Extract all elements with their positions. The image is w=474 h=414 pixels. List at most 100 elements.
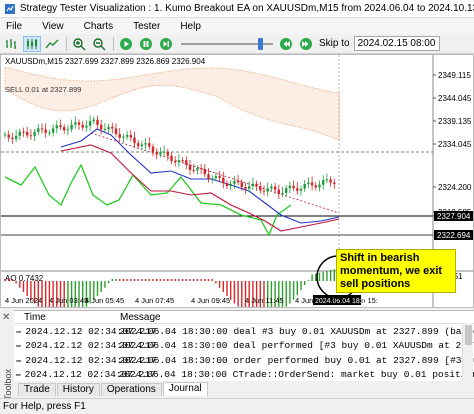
tab-trade[interactable]: Trade — [18, 383, 56, 396]
log-message: 2024.06.04 18:30:00 CTrade::OrderSend: m… — [118, 369, 474, 381]
log-message: 2024.06.04 18:30:00 deal #3 buy 0.01 XAU… — [119, 325, 474, 337]
candle-body — [159, 152, 162, 155]
candle-body — [192, 169, 195, 171]
journal-scrollbar[interactable] — [462, 323, 473, 381]
candle-body — [199, 168, 203, 170]
column-header-message[interactable]: Message — [120, 312, 161, 323]
time-tick-label: 4 Jun 05:45 — [85, 296, 124, 305]
toolbox-label: Toolbox — [3, 368, 13, 400]
candle-body — [325, 179, 329, 181]
candle-body — [37, 128, 40, 133]
play-button[interactable] — [117, 36, 135, 52]
candle-body — [296, 188, 299, 191]
time-tick-label: 4 Jun 09:45 — [191, 296, 230, 305]
candle-body — [262, 190, 266, 192]
step-button[interactable] — [157, 36, 175, 52]
candle-body — [51, 128, 55, 133]
candle-body — [151, 146, 155, 153]
zoom-out-icon — [93, 37, 106, 50]
candle-body — [74, 122, 77, 125]
stop-price-label: 2322.694 — [437, 231, 471, 240]
candle-body — [100, 124, 103, 130]
candle-body — [114, 128, 118, 135]
menu-file[interactable]: File — [6, 21, 22, 32]
menu-view[interactable]: View — [42, 21, 64, 32]
candle-body — [333, 182, 336, 184]
log-row[interactable]: ▬ 2024.12.12 02:34:07.217 2024.06.04 18:30… — [14, 339, 474, 354]
menu-help[interactable]: Help — [180, 21, 201, 32]
log-entry-icon: ▬ — [16, 326, 22, 336]
scrollbar-thumb[interactable] — [465, 325, 472, 345]
candle-body — [181, 160, 184, 162]
candle-body — [125, 134, 129, 137]
candle-body — [26, 131, 29, 136]
sell-order-label: SELL 0.01 at 2327.899 — [5, 85, 81, 94]
tab-history[interactable]: History — [56, 383, 100, 396]
candle-body — [281, 192, 284, 194]
candle-body — [292, 185, 295, 189]
log-row[interactable]: ▬ 2024.12.12 02:34:07.217 2024.06.04 18:30… — [14, 324, 474, 339]
candle-body — [88, 121, 92, 126]
tab-operations[interactable]: Operations — [100, 383, 162, 396]
log-message: 2024.06.04 18:30:00 order performed buy … — [119, 354, 474, 366]
bar-chart-button[interactable] — [3, 36, 21, 52]
candle-body — [129, 134, 132, 138]
price-tick-label: 2349.115 — [438, 71, 471, 80]
symbol-info-label: XAUUSDm,M15 2327.699 2327.899 2326.869 2… — [5, 57, 206, 66]
candle-body — [203, 168, 206, 175]
speed-slider-thumb[interactable] — [257, 37, 263, 50]
candle-body — [233, 180, 236, 184]
candle-body — [18, 131, 21, 136]
menu-bar: File View Charts Tester Help — [0, 18, 474, 34]
speed-up-button[interactable] — [297, 36, 315, 52]
candle-body — [63, 127, 66, 131]
candle-body — [148, 143, 151, 147]
zoom-in-button[interactable] — [70, 36, 88, 52]
candle-body — [299, 188, 303, 191]
candle-body — [322, 180, 325, 185]
time-tick-label: 4 Jun 2024 — [5, 296, 42, 305]
pause-icon — [140, 37, 152, 50]
menu-tester[interactable]: Tester — [133, 21, 160, 32]
time-tick-label: 4 Jun 03:45 — [49, 296, 88, 305]
step-forward-icon — [160, 37, 172, 50]
candle-body — [103, 128, 107, 130]
journal-header: Time Message — [14, 311, 474, 324]
pause-button[interactable] — [137, 36, 155, 52]
candlestick-button[interactable] — [23, 35, 41, 52]
menu-charts[interactable]: Charts — [84, 21, 113, 32]
tab-journal[interactable]: Journal — [162, 382, 208, 396]
slow-down-button[interactable] — [277, 36, 295, 52]
log-row[interactable]: ▬ 2024.12.12 02:34:07.217 2024.06.04 18:30… — [14, 368, 474, 383]
candle-body — [66, 129, 70, 131]
candle-body — [96, 119, 99, 125]
candle-body — [11, 137, 14, 140]
candle-body — [318, 184, 321, 188]
zoom-out-button[interactable] — [90, 36, 108, 52]
log-time: 2024.12.12 02:34:07.217 — [25, 340, 157, 352]
candle-body — [177, 160, 181, 163]
speed-slider[interactable] — [181, 37, 273, 51]
candle-body — [236, 180, 240, 183]
candle-body — [92, 119, 95, 122]
column-header-time[interactable]: Time — [14, 312, 120, 323]
candle-body — [266, 188, 269, 192]
log-row[interactable]: ▬ 2024.12.12 02:34:07.217 2024.06.04 18:30… — [14, 353, 474, 368]
log-time: 2024.12.12 02:34:07.217 — [25, 354, 157, 366]
close-icon[interactable]: ✕ — [2, 312, 10, 323]
price-tick-label: 2339.135 — [438, 117, 472, 126]
candle-body — [196, 168, 199, 171]
log-entry-icon: ▬ — [15, 370, 21, 380]
candle-body — [59, 125, 62, 128]
candle-body — [170, 155, 173, 162]
line-chart-button[interactable] — [43, 36, 61, 52]
candle-body — [303, 184, 306, 189]
app-icon — [4, 3, 15, 14]
log-time: 2024.12.12 02:34:07.217 — [25, 325, 157, 337]
candle-body — [314, 185, 317, 188]
skip-date-input[interactable]: 2024.02.15 08:00 — [353, 36, 440, 51]
log-message: 2024.06.04 18:30:00 deal performed [#3 b… — [119, 340, 474, 352]
candle-body — [188, 164, 192, 170]
candle-body — [251, 183, 255, 187]
candle-body — [288, 185, 292, 189]
